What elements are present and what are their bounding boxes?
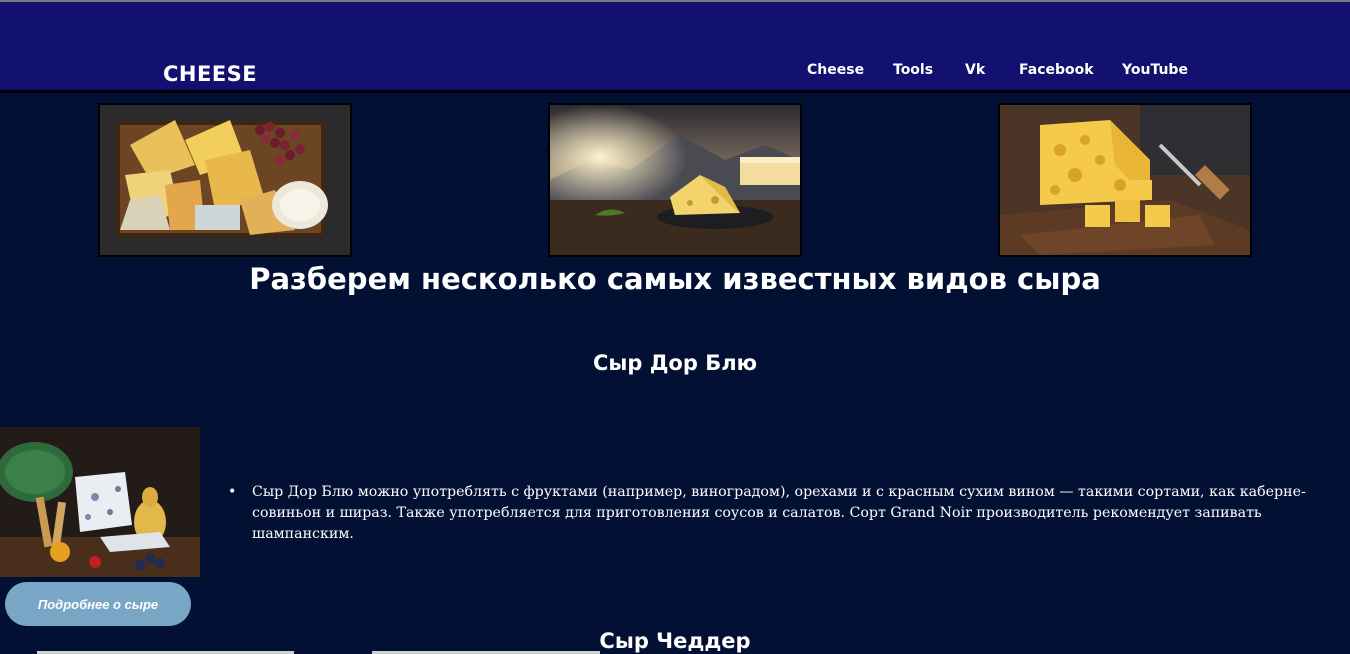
section-title-cheddar: Сыр Чеддер [599,629,751,653]
nav-link-tools[interactable]: Tools [893,62,933,78]
page-heading: Разберем несколько самых известных видов… [249,262,1101,296]
cheese-platter-image [98,103,352,257]
dor-blue-cheese-image [0,427,200,577]
nav-link-youtube[interactable]: YouTube [1122,62,1188,78]
list-item: • Сыр Дор Блю можно употреблять с фрукта… [228,482,1338,545]
dor-blue-description-text: Сыр Дор Блю можно употреблять с фруктами… [252,484,1306,542]
bullet-icon: • [228,484,237,500]
site-header: CHEESE Cheese Tools Vk Facebook YouTube [0,2,1350,93]
nav-link-facebook[interactable]: Facebook [1019,62,1094,78]
cheese-on-plate-sunset-image [548,103,802,257]
site-logo[interactable]: CHEESE [163,62,257,86]
section-title-dor-blue: Сыр Дор Блю [592,351,758,375]
nav-link-vk[interactable]: Vk [965,62,985,78]
dor-blue-description-list: • Сыр Дор Блю можно употреблять с фрукта… [228,482,1338,545]
nav-link-cheese[interactable]: Cheese [807,62,864,78]
more-about-cheese-button[interactable]: Подробнее о сыре [5,582,191,626]
swiss-cheese-board-image [998,103,1252,257]
